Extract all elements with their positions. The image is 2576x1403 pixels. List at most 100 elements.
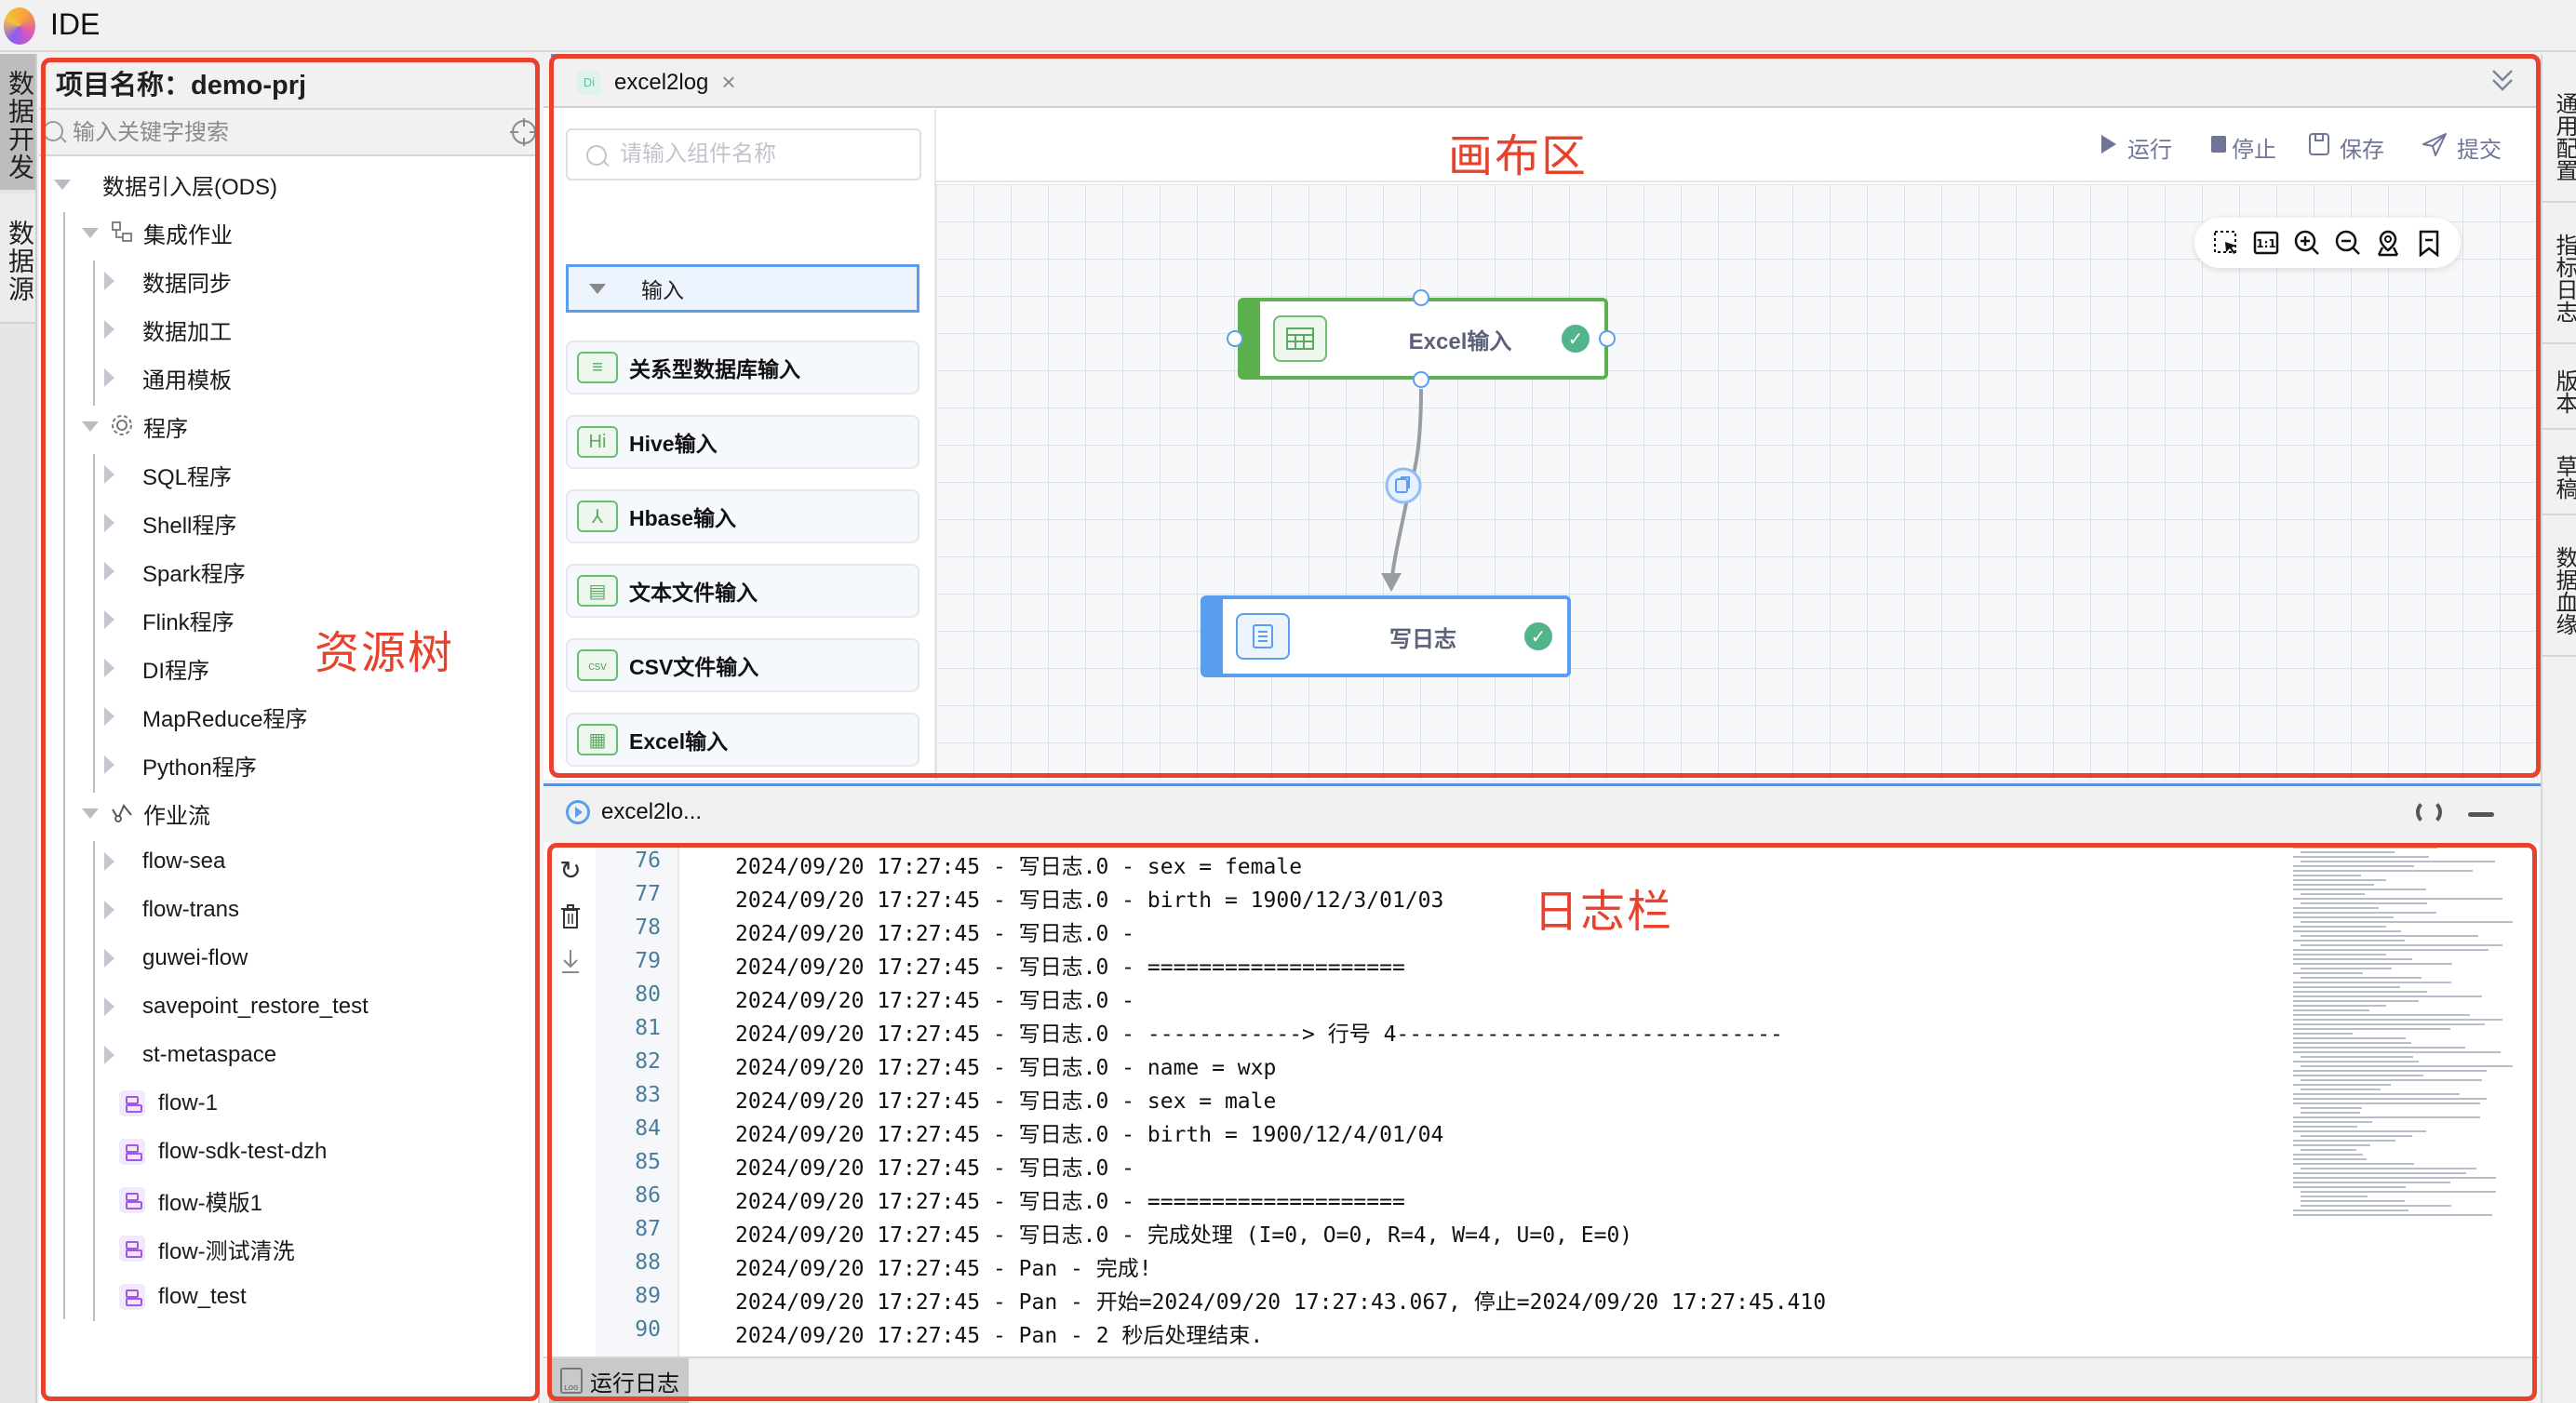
- node-excel-input[interactable]: Excel输入 ✓: [1238, 298, 1608, 380]
- caret-right-icon[interactable]: [104, 997, 114, 1016]
- stop-button[interactable]: 停止: [2209, 128, 2276, 166]
- tree-node[interactable]: flow-trans: [104, 888, 239, 932]
- tree-node[interactable]: st-metaspace: [104, 1033, 276, 1077]
- caret-right-icon[interactable]: [104, 1046, 114, 1064]
- tree-node-label: Spark程序: [142, 561, 246, 587]
- tree-node[interactable]: Shell程序: [104, 501, 236, 545]
- palette-component[interactable]: ▦ Excel输入: [566, 713, 919, 767]
- annotation-label-canvas: 画布区: [1448, 132, 1589, 181]
- caret-down-icon[interactable]: [82, 421, 99, 432]
- caret-right-icon[interactable]: [104, 320, 114, 339]
- component-search-input[interactable]: [620, 138, 908, 171]
- port-left[interactable]: [1227, 330, 1243, 347]
- trash-icon[interactable]: [557, 902, 584, 930]
- tree-node[interactable]: 通用模板: [104, 355, 232, 400]
- tab-run-log[interactable]: LOG 运行日志: [549, 1358, 689, 1403]
- caret-down-icon[interactable]: [82, 227, 99, 238]
- port-top[interactable]: [1413, 289, 1429, 306]
- box-select-icon[interactable]: [2210, 227, 2242, 259]
- close-icon[interactable]: ×: [721, 68, 735, 97]
- caret-right-icon[interactable]: [104, 368, 114, 387]
- actual-size-icon[interactable]: 1:1: [2250, 227, 2282, 259]
- minimap-line: [2293, 1126, 2357, 1128]
- caret-down-icon[interactable]: [54, 179, 71, 190]
- minimap-line: [2301, 1065, 2514, 1067]
- tree-node-label: savepoint_restore_test: [142, 994, 369, 1019]
- locate-pin-icon[interactable]: [2372, 227, 2404, 259]
- palette-component[interactable]: ≡ 关系型数据库输入: [566, 341, 919, 394]
- caret-right-icon[interactable]: [104, 659, 114, 677]
- palette-component[interactable]: ▤ 文本文件输入: [566, 564, 919, 618]
- tree-node[interactable]: 程序: [82, 404, 188, 448]
- caret-right-icon[interactable]: [104, 562, 114, 581]
- tree-node[interactable]: flow-测试清洗: [119, 1226, 295, 1271]
- save-button[interactable]: 保存: [2308, 128, 2384, 166]
- log-tab-excel2log[interactable]: excel2lo...: [566, 799, 702, 825]
- locate-icon[interactable]: [510, 118, 538, 146]
- rail-tab-data-lineage[interactable]: 数据血缘: [2542, 517, 2576, 657]
- minimize-icon[interactable]: [2468, 812, 2494, 817]
- zoom-out-icon[interactable]: [2332, 227, 2364, 259]
- caret-down-icon[interactable]: [82, 808, 99, 819]
- canvas[interactable]: [936, 184, 2541, 780]
- run-button[interactable]: 运行: [2100, 128, 2172, 166]
- tree-node[interactable]: 数据同步: [104, 259, 232, 303]
- tree-node[interactable]: 作业流: [82, 791, 210, 835]
- tree-node[interactable]: guwei-flow: [104, 936, 248, 981]
- tree-node[interactable]: Spark程序: [104, 549, 246, 594]
- caret-right-icon[interactable]: [104, 272, 114, 290]
- submit-button[interactable]: 提交: [2422, 128, 2502, 166]
- zoom-in-icon[interactable]: [2291, 227, 2323, 259]
- port-bottom[interactable]: [1413, 371, 1429, 388]
- tab-excel2log[interactable]: Di excel2log ×: [551, 54, 737, 108]
- tree-node[interactable]: DI程序: [104, 646, 209, 690]
- tree-node[interactable]: SQL程序: [104, 452, 232, 497]
- tree-node[interactable]: flow_test: [119, 1275, 247, 1319]
- caret-right-icon[interactable]: [104, 901, 114, 919]
- caret-right-icon[interactable]: [104, 707, 114, 726]
- tree-node[interactable]: flow-1: [119, 1081, 218, 1126]
- caret-right-icon[interactable]: [104, 755, 114, 774]
- tree-search-input[interactable]: [73, 115, 482, 151]
- palette-component[interactable]: ⅄ Hbase输入: [566, 489, 919, 543]
- caret-right-icon[interactable]: [104, 852, 114, 871]
- palette-component[interactable]: Hi Hive输入: [566, 415, 919, 469]
- tree-node[interactable]: flow-模版1: [119, 1178, 262, 1223]
- tree-node[interactable]: flow-sdk-test-dzh: [119, 1129, 327, 1174]
- bookmark-icon[interactable]: [2413, 227, 2445, 259]
- rail-tab-general-config[interactable]: 通用配置: [2542, 63, 2576, 203]
- tree-node[interactable]: flow-sea: [104, 839, 225, 884]
- node-write-log[interactable]: 写日志 ✓: [1201, 595, 1571, 677]
- caret-right-icon[interactable]: [104, 949, 114, 968]
- caret-right-icon[interactable]: [104, 610, 114, 629]
- chevron-double-down-icon[interactable]: [2490, 67, 2515, 95]
- tree-node[interactable]: Python程序: [104, 742, 257, 787]
- reload-icon[interactable]: ↻: [557, 856, 584, 885]
- tree-node[interactable]: 数据引入层(ODS): [54, 162, 277, 207]
- refresh-icon[interactable]: [2416, 799, 2442, 825]
- tree-node[interactable]: MapReduce程序: [104, 694, 307, 739]
- line-number: 82: [635, 1049, 661, 1074]
- log-minimap[interactable]: [2293, 843, 2516, 1216]
- port-right[interactable]: [1599, 330, 1616, 347]
- tree-node[interactable]: savepoint_restore_test: [104, 984, 369, 1029]
- minimap-line: [2293, 926, 2386, 928]
- caret-right-icon[interactable]: [104, 514, 114, 532]
- rail-tab-data-source[interactable]: 数据源: [0, 194, 35, 324]
- palette-component[interactable]: csv CSV文件输入: [566, 638, 919, 692]
- log-line: 2024/09/20 17:27:45 - 写日志.0 - ----------…: [735, 1022, 1783, 1047]
- palette-group-input[interactable]: 输入: [566, 264, 919, 313]
- rail-tab-metric-log[interactable]: 指标日志: [2542, 205, 2576, 344]
- caret-right-icon[interactable]: [104, 465, 114, 484]
- rail-tab-data-dev[interactable]: 数据开发: [0, 54, 35, 190]
- tree-node[interactable]: 集成作业: [82, 210, 233, 255]
- rail-tab-draft[interactable]: 草稿: [2542, 432, 2576, 515]
- tree-node[interactable]: Flink程序: [104, 597, 235, 642]
- log-line: 2024/09/20 17:27:45 - 写日志.0 - sex = male: [735, 1089, 1277, 1114]
- minimap-line: [2293, 1098, 2487, 1100]
- node-label: 写日志: [1389, 626, 1456, 652]
- rail-tab-version[interactable]: 版本: [2542, 346, 2576, 430]
- minimap-line: [2293, 912, 2436, 914]
- download-icon[interactable]: [557, 947, 584, 975]
- tree-node[interactable]: 数据加工: [104, 307, 232, 352]
